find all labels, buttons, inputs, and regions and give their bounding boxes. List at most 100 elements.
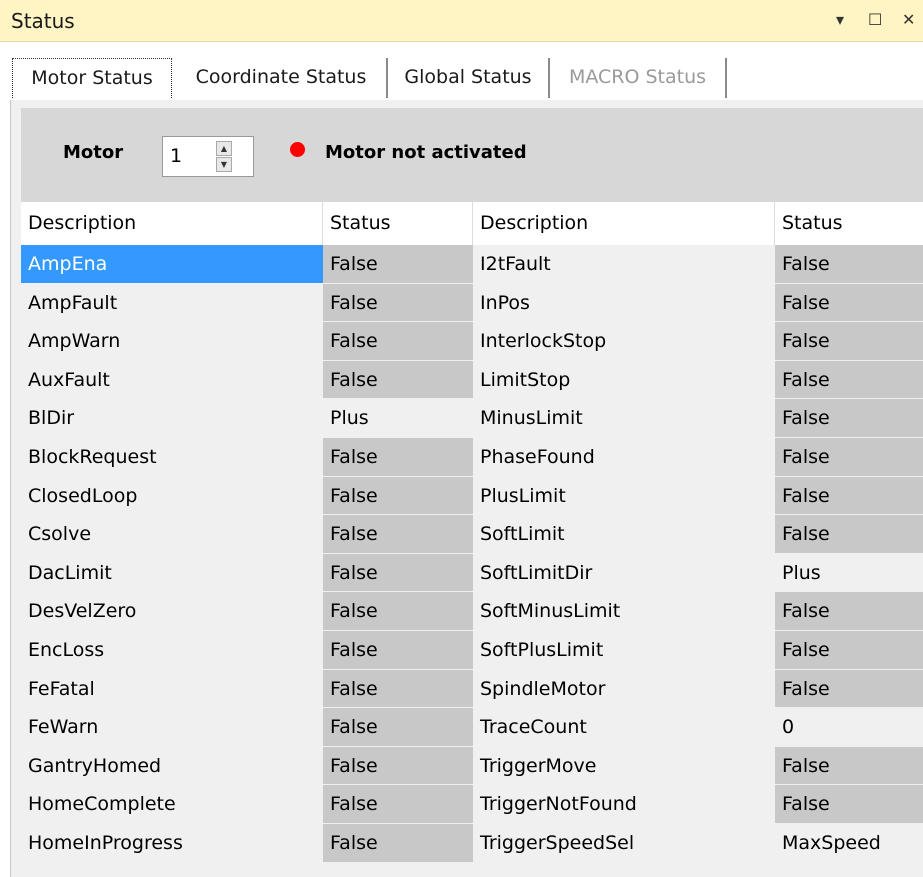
status-cell[interactable]: False: [775, 785, 923, 824]
header-description-1[interactable]: Description: [21, 202, 323, 245]
spin-down-icon[interactable]: ▼: [216, 157, 232, 172]
description-cell[interactable]: AmpWarn: [21, 322, 323, 361]
status-cell[interactable]: False: [323, 322, 473, 361]
description-cell[interactable]: Csolve: [21, 515, 323, 554]
status-cell[interactable]: False: [323, 245, 473, 284]
tab-global-status[interactable]: Global Status: [388, 58, 550, 98]
table-row[interactable]: FeFatal False SpindleMotor False: [21, 669, 923, 709]
table-row[interactable]: GantryHomed False TriggerMove False: [21, 746, 923, 786]
status-cell[interactable]: Plus: [775, 554, 923, 593]
description-cell[interactable]: FeFatal: [21, 670, 323, 709]
description-cell[interactable]: MinusLimit: [473, 399, 775, 438]
table-row[interactable]: DesVelZero False SoftMinusLimit False: [21, 592, 923, 631]
description-cell[interactable]: SoftMinusLimit: [473, 592, 775, 631]
status-cell[interactable]: False: [775, 630, 923, 670]
motor-selector-bar: Motor 1 ▲ ▼ Motor not activated: [21, 108, 923, 202]
motor-status-message: Motor not activated: [325, 142, 527, 163]
description-cell[interactable]: TriggerNotFound: [473, 785, 775, 824]
status-cell[interactable]: False: [323, 746, 473, 786]
table-row[interactable]: Csolve False SoftLimit False: [21, 515, 923, 554]
description-cell[interactable]: BlockRequest: [21, 438, 323, 477]
tab-coordinate-status[interactable]: Coordinate Status: [176, 58, 388, 98]
description-cell[interactable]: HomeComplete: [21, 785, 323, 824]
status-cell[interactable]: False: [323, 708, 473, 747]
status-cell[interactable]: 0: [775, 708, 923, 747]
description-cell[interactable]: AmpEna: [21, 245, 323, 284]
status-cell[interactable]: False: [323, 823, 473, 863]
description-cell[interactable]: FeWarn: [21, 708, 323, 747]
status-cell[interactable]: False: [775, 322, 923, 361]
status-cell[interactable]: False: [323, 553, 473, 593]
status-cell[interactable]: False: [775, 360, 923, 400]
description-cell[interactable]: GantryHomed: [21, 747, 323, 786]
description-cell[interactable]: SpindleMotor: [473, 670, 775, 709]
table-row[interactable]: BlockRequest False PhaseFound False: [21, 437, 923, 477]
table-row[interactable]: FeWarn False TraceCount 0: [21, 708, 923, 747]
status-cell[interactable]: False: [323, 785, 473, 824]
description-cell[interactable]: DesVelZero: [21, 592, 323, 631]
status-cell[interactable]: False: [323, 476, 473, 516]
description-cell[interactable]: EncLoss: [21, 631, 323, 670]
table-row[interactable]: EncLoss False SoftPlusLimit False: [21, 630, 923, 670]
status-cell[interactable]: False: [323, 437, 473, 477]
status-cell[interactable]: Plus: [323, 399, 473, 438]
description-cell[interactable]: HomeInProgress: [21, 824, 323, 863]
status-cell[interactable]: False: [775, 399, 923, 438]
description-cell[interactable]: AmpFault: [21, 284, 323, 323]
header-status-2[interactable]: Status: [775, 202, 923, 245]
description-cell[interactable]: TraceCount: [473, 708, 775, 747]
status-cell[interactable]: False: [775, 245, 923, 284]
motor-status-indicator: [290, 142, 305, 157]
table-row[interactable]: AmpFault False InPos False: [21, 283, 923, 323]
table-row[interactable]: DacLimit False SoftLimitDir Plus: [21, 553, 923, 593]
description-cell[interactable]: SoftLimitDir: [473, 554, 775, 593]
status-cell[interactable]: MaxSpeed: [775, 824, 923, 863]
header-status-1[interactable]: Status: [323, 202, 473, 245]
description-cell[interactable]: TriggerMove: [473, 747, 775, 786]
status-cell[interactable]: False: [775, 437, 923, 477]
window-close-icon[interactable]: ✕: [902, 10, 915, 30]
status-cell[interactable]: False: [775, 283, 923, 323]
table-row[interactable]: HomeComplete False TriggerNotFound False: [21, 785, 923, 824]
tab-motor-status[interactable]: Motor Status: [12, 58, 172, 98]
header-description-2[interactable]: Description: [473, 202, 775, 245]
status-cell[interactable]: False: [775, 515, 923, 554]
description-cell[interactable]: TriggerSpeedSel: [473, 824, 775, 863]
status-cell[interactable]: False: [323, 360, 473, 400]
table-body: AmpEna False I2tFault False AmpFault False InP…: [21, 245, 923, 863]
status-cell[interactable]: False: [323, 669, 473, 709]
description-cell[interactable]: PhaseFound: [473, 438, 775, 477]
status-cell[interactable]: False: [323, 592, 473, 631]
description-cell[interactable]: BlDir: [21, 399, 323, 438]
description-cell[interactable]: AuxFault: [21, 361, 323, 400]
description-cell[interactable]: SoftLimit: [473, 515, 775, 554]
description-cell[interactable]: SoftPlusLimit: [473, 631, 775, 670]
window-restore-icon[interactable]: ☐: [868, 10, 882, 30]
table-row[interactable]: BlDir Plus MinusLimit False: [21, 399, 923, 438]
table-row[interactable]: HomeInProgress False TriggerSpeedSel MaxSpe…: [21, 823, 923, 863]
tab-macro-status: MACRO Status: [550, 58, 727, 98]
description-cell[interactable]: InterlockStop: [473, 322, 775, 361]
window-dropdown-icon[interactable]: ▾: [836, 10, 844, 30]
description-cell[interactable]: InPos: [473, 284, 775, 323]
description-cell[interactable]: ClosedLoop: [21, 477, 323, 516]
table-row[interactable]: AmpEna False I2tFault False: [21, 245, 923, 284]
motor-number-value[interactable]: 1: [170, 145, 182, 167]
status-window-titlebar: Status ▾ ☐ ✕: [0, 0, 923, 42]
status-cell[interactable]: False: [323, 283, 473, 323]
description-cell[interactable]: DacLimit: [21, 554, 323, 593]
table-row[interactable]: ClosedLoop False PlusLimit False: [21, 476, 923, 516]
status-cell[interactable]: False: [775, 746, 923, 786]
description-cell[interactable]: I2tFault: [473, 245, 775, 284]
spin-up-icon[interactable]: ▲: [216, 141, 232, 156]
status-cell[interactable]: False: [775, 669, 923, 709]
table-row[interactable]: AmpWarn False InterlockStop False: [21, 322, 923, 361]
status-cell[interactable]: False: [323, 630, 473, 670]
motor-number-stepper[interactable]: 1 ▲ ▼: [162, 136, 254, 177]
description-cell[interactable]: PlusLimit: [473, 477, 775, 516]
status-cell[interactable]: False: [775, 476, 923, 516]
table-row[interactable]: AuxFault False LimitStop False: [21, 360, 923, 400]
description-cell[interactable]: LimitStop: [473, 361, 775, 400]
status-cell[interactable]: False: [323, 515, 473, 554]
status-cell[interactable]: False: [775, 592, 923, 631]
